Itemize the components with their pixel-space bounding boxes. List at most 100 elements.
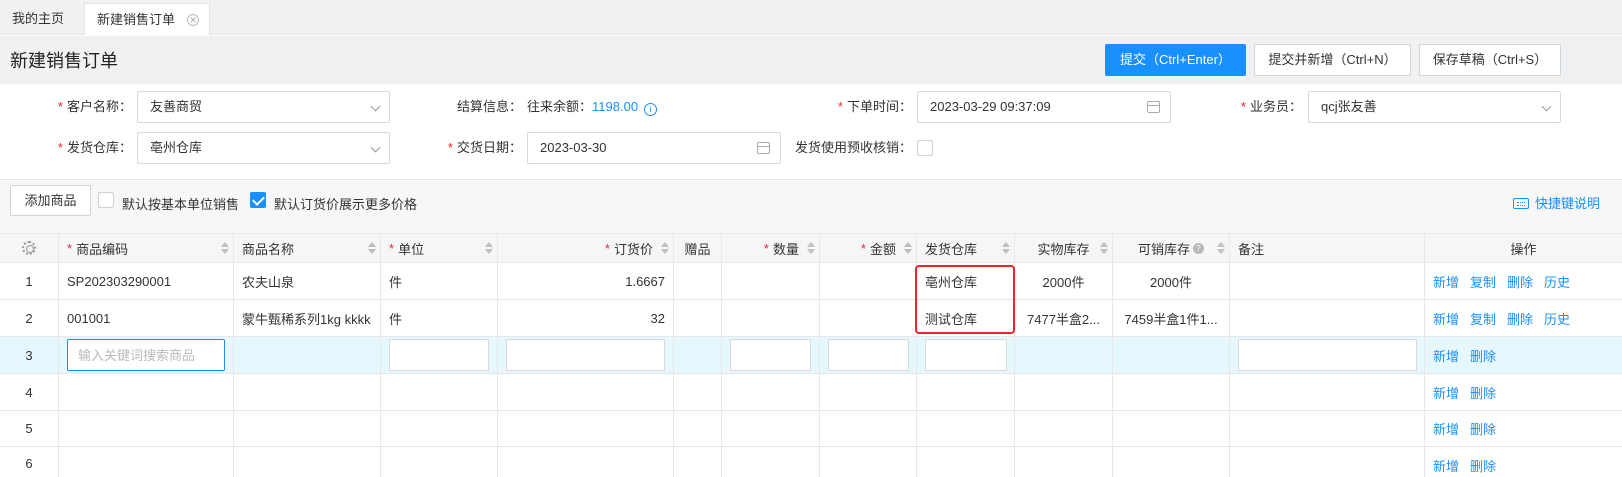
- salesperson-select[interactable]: qcj张友善: [1308, 91, 1561, 123]
- row-add-link[interactable]: 新增: [1433, 383, 1459, 402]
- delivery-date-input[interactable]: 2023-03-30: [527, 132, 781, 164]
- warehouse-input[interactable]: [925, 339, 1007, 371]
- cell-unit: [381, 411, 498, 446]
- column-settings[interactable]: [0, 234, 59, 262]
- header-qty[interactable]: * 数量: [722, 234, 820, 262]
- header-ops: 操作: [1510, 241, 1537, 257]
- row-add-link[interactable]: 新增: [1433, 272, 1459, 291]
- table-row: 5 新增 删除: [0, 411, 1622, 447]
- cell-qty[interactable]: [722, 300, 820, 336]
- cell-warehouse[interactable]: 亳州仓库: [917, 263, 1015, 299]
- row-delete-link[interactable]: 删除: [1470, 383, 1496, 402]
- more-price-checkbox[interactable]: [250, 192, 266, 208]
- submit-and-new-button[interactable]: 提交并新增（Ctrl+N）: [1254, 44, 1411, 76]
- calendar-icon: [1147, 101, 1160, 113]
- header-unit[interactable]: * 单位: [381, 234, 498, 262]
- cell-amount[interactable]: [820, 263, 917, 299]
- row-add-link[interactable]: 新增: [1433, 346, 1459, 365]
- row-delete-link[interactable]: 删除: [1470, 346, 1496, 365]
- cell-code[interactable]: 001001: [59, 300, 234, 336]
- warehouse-value: 亳州仓库: [150, 140, 203, 155]
- cell-remark: [1230, 374, 1425, 410]
- row-copy-link[interactable]: 复制: [1470, 272, 1496, 291]
- header-remark: 备注: [1230, 234, 1425, 262]
- cell-name[interactable]: 农夫山泉: [234, 263, 381, 299]
- cell-remark[interactable]: [1230, 263, 1425, 299]
- row-history-link[interactable]: 历史: [1544, 309, 1570, 328]
- warehouse-select[interactable]: 亳州仓库: [137, 132, 390, 164]
- cell-name[interactable]: 蒙牛甄稀系列1kg kkkk: [234, 300, 381, 336]
- cell-amount[interactable]: [820, 300, 917, 336]
- cell-warehouse[interactable]: 测试仓库: [917, 300, 1015, 336]
- cell-gift[interactable]: [674, 300, 722, 336]
- cell-sellable: 2000件: [1113, 263, 1230, 299]
- row-number: 3: [0, 337, 59, 373]
- row-delete-link[interactable]: 删除: [1507, 309, 1533, 328]
- cell-ops: 新增 复制 删除 历史: [1425, 263, 1622, 299]
- header-name[interactable]: 商品名称: [234, 234, 381, 262]
- header-sellable[interactable]: 可销库存?: [1113, 234, 1230, 262]
- add-product-button[interactable]: 添加商品: [10, 185, 91, 216]
- page-header: 新建销售订单 提交（Ctrl+Enter） 提交并新增（Ctrl+N） 保存草稿…: [0, 36, 1622, 84]
- header-code[interactable]: * 商品编码: [59, 234, 234, 262]
- prepay-checkbox[interactable]: [917, 140, 933, 156]
- table-row: 6 新增 删除: [0, 447, 1622, 477]
- table-row: 1 SP202303290001 农夫山泉 件 1.6667 亳州仓库 2000…: [0, 263, 1622, 300]
- shortcut-help-link[interactable]: 快捷键说明: [1512, 193, 1600, 212]
- cell-ops: 新增 删除: [1425, 447, 1622, 477]
- cell-unit: [381, 447, 498, 477]
- settlement-info: 往来余额：1198.00 i: [527, 91, 658, 123]
- close-icon[interactable]: ✕: [187, 14, 199, 26]
- row-delete-link[interactable]: 删除: [1470, 419, 1496, 438]
- row-add-link[interactable]: 新增: [1433, 309, 1459, 328]
- cell-qty[interactable]: [722, 263, 820, 299]
- row-add-link[interactable]: 新增: [1433, 456, 1459, 475]
- cell-qty: [722, 411, 820, 446]
- cell-stock: [1015, 411, 1113, 446]
- info-icon[interactable]: i: [644, 103, 658, 116]
- tab-new-sales-order[interactable]: 新建销售订单 ✕: [84, 3, 210, 35]
- order-form: * 客户名称： 友善商贸 结算信息： 往来余额：1198.00 i * 下单时间： 2…: [0, 84, 1622, 180]
- cell-stock: 7477半盒2...: [1015, 300, 1113, 336]
- page-title: 新建销售订单: [10, 51, 118, 71]
- order-time-value: 2023-03-29 09:37:09: [930, 99, 1051, 114]
- save-draft-button[interactable]: 保存草稿（Ctrl+S）: [1419, 44, 1561, 76]
- row-delete-link[interactable]: 删除: [1507, 272, 1533, 291]
- cell-remark[interactable]: [1230, 300, 1425, 336]
- row-copy-link[interactable]: 复制: [1470, 309, 1496, 328]
- cell-qty: [722, 374, 820, 410]
- header-amount[interactable]: * 金额: [820, 234, 917, 262]
- header-price[interactable]: * 订货价: [498, 234, 674, 262]
- cell-code: [59, 447, 234, 477]
- submit-button[interactable]: 提交（Ctrl+Enter）: [1105, 44, 1246, 76]
- basic-unit-checkbox[interactable]: [98, 192, 114, 208]
- cell-ops: 新增 删除: [1425, 374, 1622, 410]
- unit-input[interactable]: [389, 339, 489, 371]
- row-history-link[interactable]: 历史: [1544, 272, 1570, 291]
- tab-home[interactable]: 我的主页: [0, 3, 84, 35]
- cell-unit[interactable]: 件: [381, 300, 498, 336]
- customer-select[interactable]: 友善商贸: [137, 91, 390, 123]
- remark-input[interactable]: [1238, 339, 1417, 371]
- cell-code[interactable]: SP202303290001: [59, 263, 234, 299]
- cell-gift: [674, 374, 722, 410]
- cell-unit[interactable]: 件: [381, 263, 498, 299]
- cell-warehouse: [917, 411, 1015, 446]
- cell-price[interactable]: 1.6667: [498, 263, 674, 299]
- cell-unit: [381, 374, 498, 410]
- row-add-link[interactable]: 新增: [1433, 419, 1459, 438]
- header-warehouse[interactable]: 发货仓库: [917, 234, 1015, 262]
- cell-sellable: [1113, 411, 1230, 446]
- cell-gift[interactable]: [674, 263, 722, 299]
- cell-price: [498, 411, 674, 446]
- row-number: 4: [0, 374, 59, 410]
- qty-input[interactable]: [730, 339, 811, 371]
- amount-input[interactable]: [828, 339, 909, 371]
- help-icon[interactable]: ?: [1193, 242, 1204, 254]
- price-input[interactable]: [506, 339, 665, 371]
- cell-price[interactable]: 32: [498, 300, 674, 336]
- order-time-input[interactable]: 2023-03-29 09:37:09: [917, 91, 1171, 123]
- row-delete-link[interactable]: 删除: [1470, 456, 1496, 475]
- product-search-input[interactable]: [67, 339, 225, 371]
- header-stock[interactable]: 实物库存: [1015, 234, 1113, 262]
